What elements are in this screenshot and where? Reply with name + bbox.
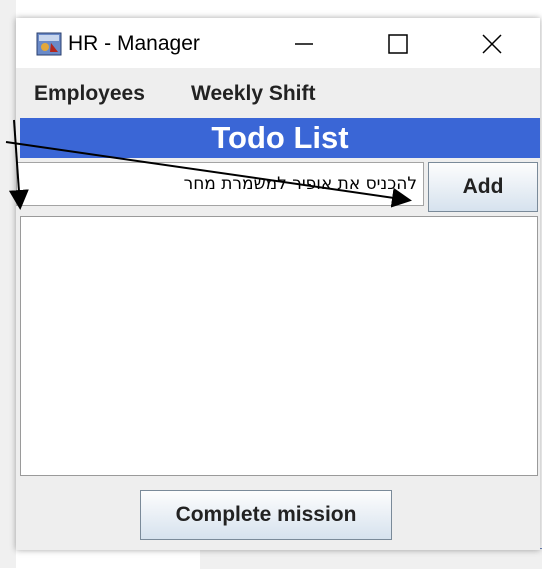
arrow-icon (5, 141, 412, 208)
arrow-icon (8, 119, 29, 210)
annotation-overlay (5, 119, 412, 210)
